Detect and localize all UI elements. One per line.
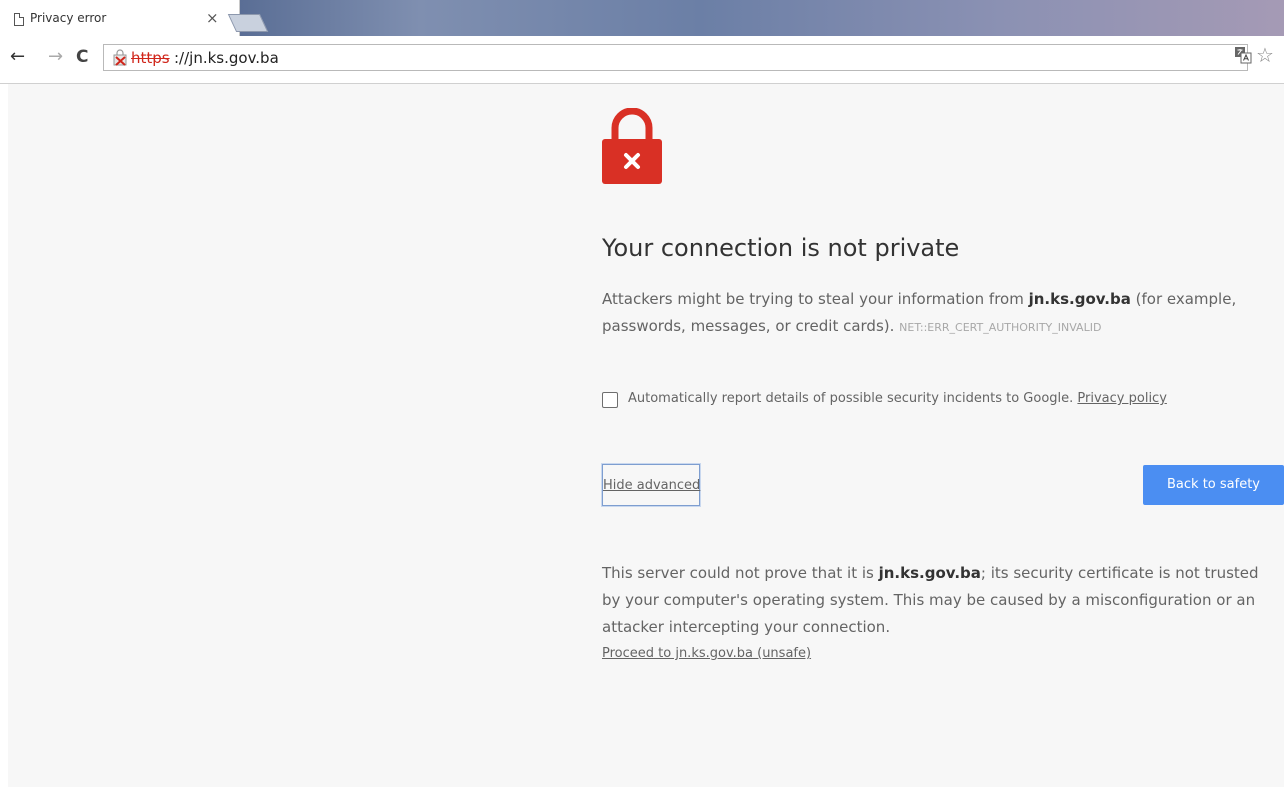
url-text: ://jn.ks.gov.ba: [174, 49, 279, 67]
page-icon: [14, 13, 24, 26]
reload-icon[interactable]: C: [76, 46, 88, 68]
error-code: NET::ERR_CERT_AUTHORITY_INVALID: [899, 321, 1102, 334]
back-arrow-icon[interactable]: ←: [10, 46, 25, 68]
close-icon[interactable]: ×: [206, 8, 219, 28]
bookmark-star-icon[interactable]: ☆: [1256, 43, 1274, 67]
page-title: Your connection is not private: [602, 234, 960, 262]
back-to-safety-button[interactable]: Back to safety: [1143, 465, 1284, 505]
explanation-text: Attackers might be trying to steal your …: [602, 286, 1274, 341]
red-lock-x-icon: [602, 108, 662, 184]
explanation-prefix: Attackers might be trying to steal your …: [602, 290, 1029, 308]
hide-advanced-button[interactable]: Hide advanced: [602, 464, 700, 506]
address-bar[interactable]: https ://jn.ks.gov.ba: [103, 44, 1248, 71]
url-scheme: https: [131, 49, 170, 67]
interstitial-page: [8, 84, 1284, 787]
forward-arrow-icon[interactable]: →: [48, 46, 63, 68]
browser-chrome: Privacy error × ← → C https ://jn.ks.gov…: [0, 0, 1284, 84]
privacy-policy-link[interactable]: Privacy policy: [1077, 391, 1166, 406]
tab-title: Privacy error: [30, 11, 107, 25]
report-label: Automatically report details of possible…: [628, 391, 1167, 406]
translate-icon[interactable]: [1234, 46, 1252, 64]
report-label-text: Automatically report details of possible…: [628, 391, 1078, 406]
tab-privacy-error[interactable]: Privacy error ×: [0, 0, 240, 36]
report-option: Automatically report details of possible…: [602, 390, 1274, 412]
report-checkbox[interactable]: [602, 392, 618, 408]
details-text: This server could not prove that it is j…: [602, 560, 1274, 641]
proceed-unsafe-link[interactable]: Proceed to jn.ks.gov.ba (unsafe): [602, 646, 811, 661]
details-prefix: This server could not prove that it is: [602, 564, 879, 582]
details-domain: jn.ks.gov.ba: [878, 564, 981, 582]
broken-lock-icon[interactable]: [112, 49, 130, 67]
explanation-domain: jn.ks.gov.ba: [1028, 290, 1131, 308]
hide-advanced-label: Hide advanced: [603, 478, 701, 493]
tab-strip: Privacy error ×: [0, 0, 1284, 36]
toolbar: ← → C https ://jn.ks.gov.ba ☆: [0, 36, 1284, 84]
